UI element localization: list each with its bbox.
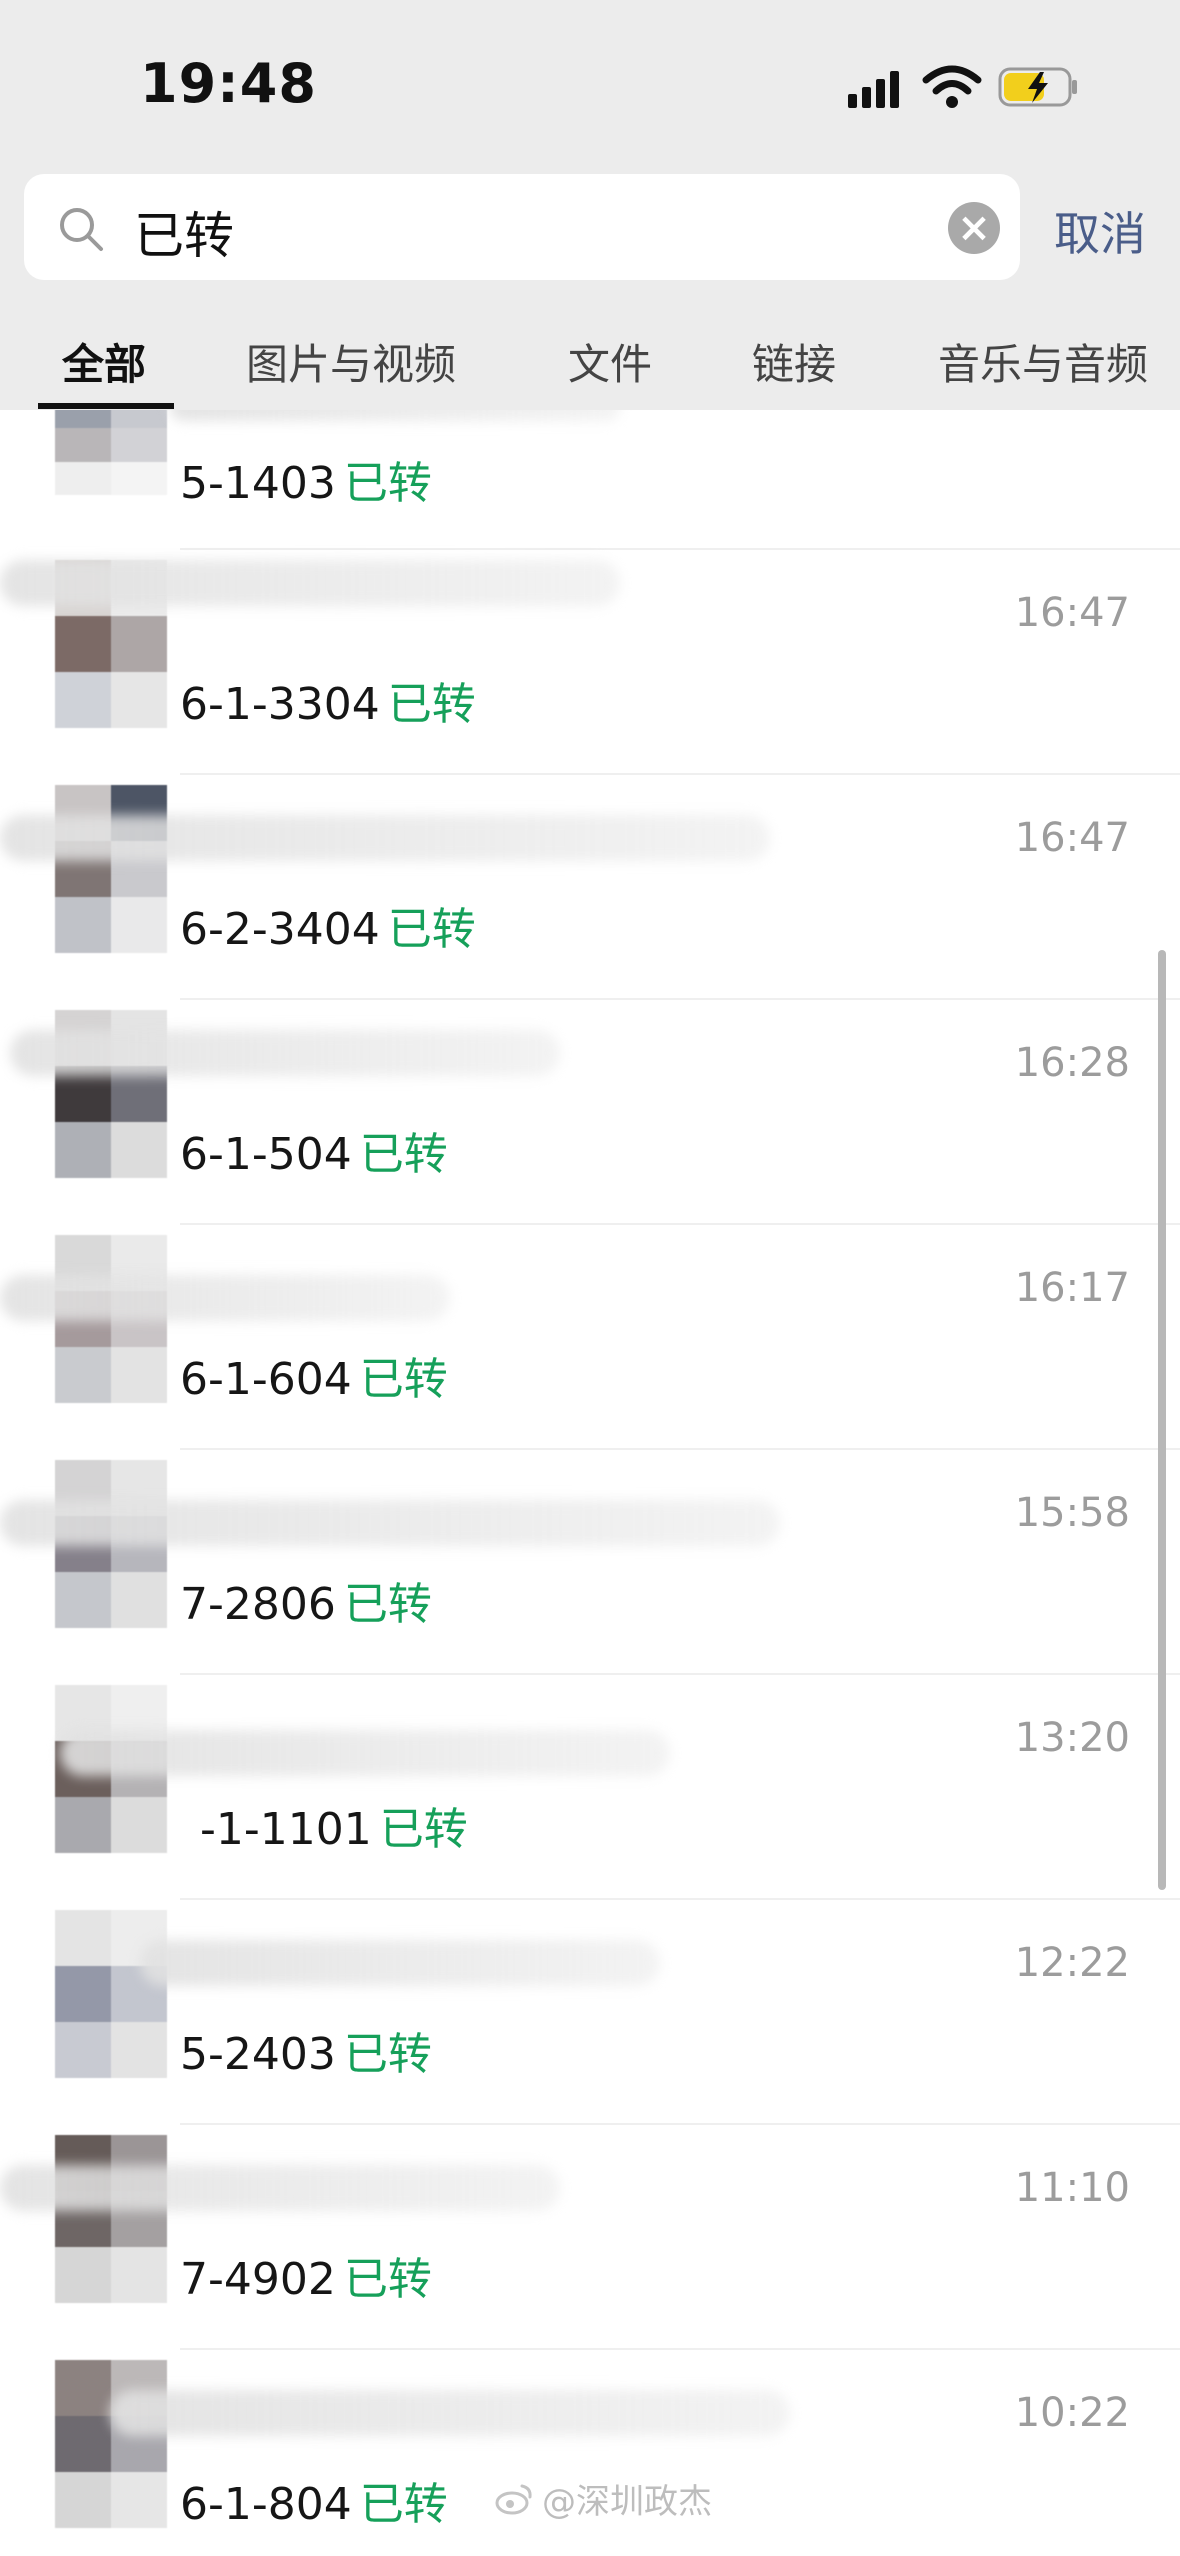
message-preview: -1-1101 已转: [200, 1793, 468, 1857]
cancel-button[interactable]: 取消: [1054, 198, 1146, 264]
avatar: [55, 410, 167, 495]
list-item[interactable]: 11:10 7-4902 已转: [0, 2125, 1180, 2350]
search-results-list: 5-1403 已转 16:47 6-1-3304 已转 16:47 6-2-3404…: [0, 410, 1180, 2556]
scrollbar[interactable]: [1158, 950, 1166, 1890]
blurred-sender: [0, 560, 620, 606]
battery-charging-icon: [998, 67, 1077, 107]
close-icon: ×: [957, 205, 991, 251]
status-text: 已转: [359, 1354, 448, 1405]
blurred-sender: [170, 410, 620, 421]
message-time: 11:10: [1014, 2165, 1130, 2211]
list-item[interactable]: 16:17 6-1-604 已转: [0, 1225, 1180, 1450]
list-item[interactable]: 5-1403 已转: [0, 410, 1180, 550]
search-input[interactable]: 已转: [134, 196, 234, 268]
message-preview: 6-1-804 已转: [180, 2468, 448, 2532]
message-time: 15:58: [1014, 1490, 1130, 1536]
clear-search-button[interactable]: ×: [948, 202, 1000, 254]
status-text: 已转: [379, 1804, 468, 1855]
room-number: 6-1-604: [180, 1354, 352, 1405]
blurred-sender: [110, 2390, 790, 2436]
list-item[interactable]: 16:47 6-1-3304 已转: [0, 550, 1180, 775]
room-number: 6-1-504: [180, 1129, 352, 1180]
list-item[interactable]: 10:22 6-1-804 已转: [0, 2350, 1180, 2556]
blurred-sender: [140, 1940, 660, 1986]
active-tab-indicator: [38, 403, 174, 409]
blurred-sender: [0, 815, 770, 861]
room-number: 5-2403: [180, 2029, 336, 2080]
tab-files[interactable]: 文件: [568, 331, 652, 392]
cellular-signal-icon: [848, 71, 899, 108]
room-number: 6-2-3404: [180, 904, 380, 955]
message-preview: 7-2806 已转: [180, 1568, 432, 1632]
message-preview: 7-4902 已转: [180, 2243, 432, 2307]
list-item[interactable]: 15:58 7-2806 已转: [0, 1450, 1180, 1675]
message-time: 16:17: [1014, 1265, 1130, 1311]
weibo-logo-icon: [495, 2484, 532, 2514]
message-preview: 6-1-604 已转: [180, 1343, 448, 1407]
status-time: 19:48: [140, 52, 317, 115]
status-text: 已转: [343, 2029, 432, 2080]
status-text: 已转: [343, 458, 432, 509]
message-preview: 6-2-3404 已转: [180, 893, 476, 957]
watermark-text: @深圳政杰: [542, 2482, 712, 2522]
status-text: 已转: [343, 2254, 432, 2305]
status-text: 已转: [343, 1579, 432, 1630]
filter-tabs: 全部 图片与视频 文件 链接 音乐与音频: [0, 325, 1180, 410]
message-preview: 6-1-3304 已转: [180, 668, 476, 732]
search-box[interactable]: 已转 ×: [24, 174, 1020, 280]
blurred-sender: [0, 1275, 450, 1321]
blurred-sender: [60, 1730, 670, 1776]
message-preview: 6-1-504 已转: [180, 1118, 448, 1182]
room-number: 7-2806: [180, 1579, 336, 1630]
message-time: 13:20: [1014, 1715, 1130, 1761]
message-time: 16:28: [1014, 1040, 1130, 1086]
room-number: 5-1403: [180, 458, 336, 509]
tab-music-audio[interactable]: 音乐与音频: [938, 331, 1148, 392]
room-number: -1-1101: [200, 1804, 372, 1855]
avatar: [55, 1910, 167, 2078]
wifi-icon: [922, 65, 982, 108]
watermark: @深圳政杰: [494, 2474, 712, 2523]
status-text: 已转: [387, 904, 476, 955]
message-time: 16:47: [1014, 590, 1130, 636]
avatar: [55, 785, 167, 953]
room-number: 6-1-804: [180, 2479, 352, 2530]
list-item[interactable]: 12:22 5-2403 已转: [0, 1900, 1180, 2125]
message-time: 10:22: [1014, 2390, 1130, 2436]
avatar: [55, 2135, 167, 2303]
blurred-sender: [10, 1030, 560, 1076]
list-item[interactable]: 16:47 6-2-3404 已转: [0, 775, 1180, 1000]
tab-links[interactable]: 链接: [752, 331, 836, 392]
message-preview: 5-2403 已转: [180, 2018, 432, 2082]
message-preview: 5-1403 已转: [180, 447, 432, 511]
blurred-sender: [0, 1500, 780, 1546]
status-text: 已转: [387, 679, 476, 730]
room-number: 6-1-3304: [180, 679, 380, 730]
status-text: 已转: [359, 2479, 448, 2530]
list-item[interactable]: 13:20 -1-1101 已转: [0, 1675, 1180, 1900]
tab-images-videos[interactable]: 图片与视频: [246, 331, 456, 392]
list-item[interactable]: 16:28 6-1-504 已转: [0, 1000, 1180, 1225]
avatar: [55, 2360, 167, 2528]
header-area: 19:48 已转 × 取消 全部 图片与视频 文件 链接 音乐与音频: [0, 0, 1180, 410]
search-icon: [60, 208, 103, 251]
message-time: 12:22: [1014, 1940, 1130, 1986]
tab-all[interactable]: 全部: [62, 331, 146, 392]
status-text: 已转: [359, 1129, 448, 1180]
blurred-sender: [0, 2165, 560, 2211]
message-time: 16:47: [1014, 815, 1130, 861]
room-number: 7-4902: [180, 2254, 336, 2305]
